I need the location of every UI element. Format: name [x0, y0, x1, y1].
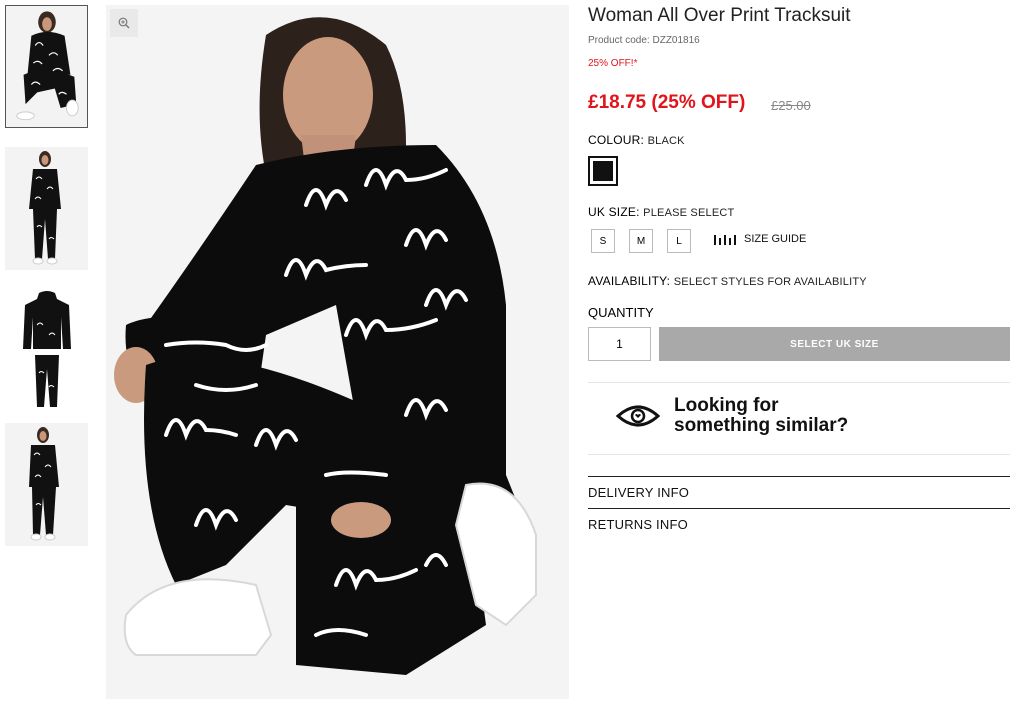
colour-swatch-black[interactable]	[588, 156, 618, 186]
original-price: £25.00	[771, 98, 811, 113]
ruler-icon	[714, 235, 736, 245]
similar-line-1: Looking for	[674, 395, 779, 416]
quantity-input[interactable]: 1	[588, 327, 651, 361]
divider	[588, 508, 1010, 509]
product-code: Product code: DZZ01816	[588, 35, 700, 46]
thumbnail-3[interactable]	[5, 289, 88, 412]
returns-info-accordion[interactable]: RETURNS INFO	[588, 517, 688, 532]
similar-text: Looking for something similar?	[674, 396, 848, 436]
eye-icon	[616, 405, 660, 427]
availability-label: AVAILABILITY:	[588, 274, 671, 288]
thumbnail-2-image	[5, 147, 88, 270]
similar-items-link[interactable]: Looking for something similar?	[616, 396, 848, 436]
size-option-s[interactable]: S	[591, 229, 615, 253]
size-option-l[interactable]: L	[667, 229, 691, 253]
divider	[588, 382, 1010, 383]
size-guide-link[interactable]: SIZE GUIDE	[714, 233, 806, 245]
promo-text: 25% OFF!*	[588, 58, 638, 69]
divider	[588, 454, 1010, 455]
product-info-panel: Woman All Over Print Tracksuit Product c…	[588, 0, 1010, 711]
product-title: Woman All Over Print Tracksuit	[588, 5, 851, 26]
magnifier-plus-icon	[118, 17, 130, 29]
divider	[588, 476, 1010, 477]
sale-price: £18.75 (25% OFF)	[588, 92, 746, 113]
thumbnail-3-image	[5, 289, 88, 412]
main-product-image[interactable]	[106, 5, 569, 699]
zoom-button[interactable]	[110, 9, 138, 37]
availability-value: SELECT STYLES FOR AVAILABILITY	[673, 276, 867, 288]
thumbnail-4[interactable]	[5, 423, 88, 546]
size-value: PLEASE SELECT	[643, 207, 735, 219]
thumbnail-1-image	[6, 6, 87, 127]
size-label-text: UK SIZE:	[588, 205, 640, 219]
model-photo	[106, 5, 569, 699]
colour-value: BLACK	[647, 135, 685, 147]
swatch-fill	[593, 161, 613, 181]
availability: AVAILABILITY: SELECT STYLES FOR AVAILABI…	[588, 274, 867, 288]
select-size-button[interactable]: SELECT UK SIZE	[659, 327, 1010, 361]
thumbnail-1[interactable]	[5, 5, 88, 128]
similar-line-2: something similar?	[674, 415, 849, 436]
size-guide-label: SIZE GUIDE	[744, 233, 807, 245]
delivery-info-accordion[interactable]: DELIVERY INFO	[588, 485, 689, 500]
colour-label-text: COLOUR:	[588, 133, 645, 147]
size-option-m[interactable]: M	[629, 229, 653, 253]
thumbnail-2[interactable]	[5, 147, 88, 270]
thumbnail-4-image	[5, 423, 88, 546]
size-label: UK SIZE: PLEASE SELECT	[588, 205, 734, 219]
quantity-label: QUANTITY	[588, 305, 654, 320]
colour-label: COLOUR: BLACK	[588, 133, 685, 147]
